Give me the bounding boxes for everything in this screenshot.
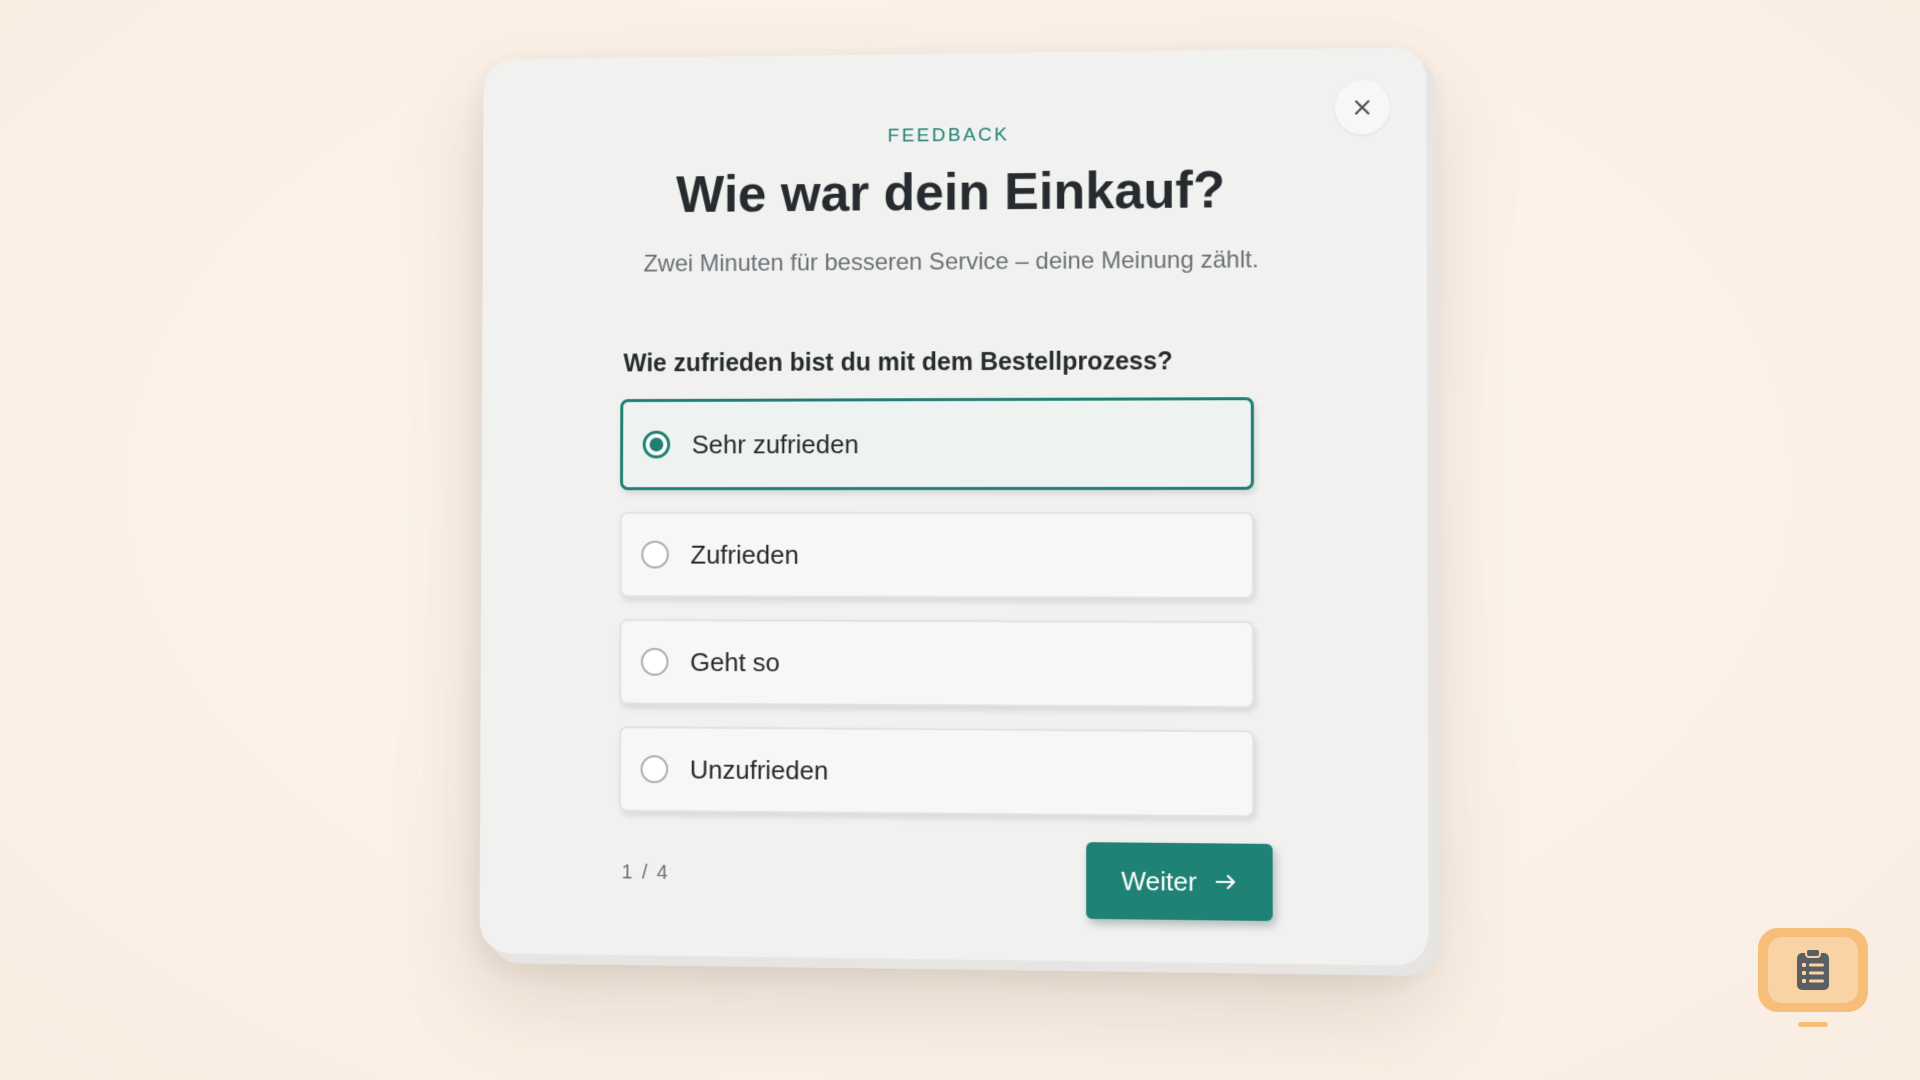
option-geht-so[interactable]: Geht so: [619, 619, 1254, 708]
step-indicator: 1 / 4: [622, 861, 670, 884]
option-label: Sehr zufrieden: [692, 429, 859, 460]
dialog-title: Wie war dein Einkauf?: [483, 158, 1427, 226]
launcher-indicator: [1798, 1022, 1828, 1027]
option-label: Unzufrieden: [690, 754, 829, 786]
option-sehr-zufrieden[interactable]: Sehr zufrieden: [620, 397, 1254, 490]
option-unzufrieden[interactable]: Unzufrieden: [619, 726, 1254, 817]
clipboard-checklist-icon: [1795, 948, 1831, 992]
radio-dot: [650, 438, 664, 452]
next-button-label: Weiter: [1121, 865, 1197, 897]
dialog-subtitle: Zwei Minuten für besseren Service – dein…: [629, 240, 1274, 284]
option-label: Zufrieden: [690, 539, 798, 570]
question-text: Wie zufrieden bist du mit dem Bestellpro…: [623, 347, 1172, 378]
feedback-dialog: FEEDBACK Wie war dein Einkauf? Zwei Minu…: [480, 47, 1429, 966]
radio-unselected-icon[interactable]: [641, 541, 669, 569]
close-icon: [1353, 98, 1371, 116]
launcher-inner: [1768, 937, 1858, 1003]
option-label: Geht so: [690, 647, 780, 678]
next-button[interactable]: Weiter: [1086, 842, 1273, 921]
radio-selected-icon[interactable]: [643, 431, 671, 459]
dialog-eyebrow: FEEDBACK: [483, 120, 1426, 152]
page-background: FEEDBACK Wie war dein Einkauf? Zwei Minu…: [0, 0, 1920, 1080]
answer-options: Sehr zufrieden Zufrieden Geht so Unzufri…: [619, 397, 1255, 840]
radio-unselected-icon[interactable]: [641, 755, 669, 783]
option-zufrieden[interactable]: Zufrieden: [620, 512, 1254, 599]
arrow-right-icon: [1215, 874, 1237, 890]
radio-unselected-icon[interactable]: [641, 648, 669, 676]
feedback-launcher-button[interactable]: [1758, 928, 1868, 1012]
